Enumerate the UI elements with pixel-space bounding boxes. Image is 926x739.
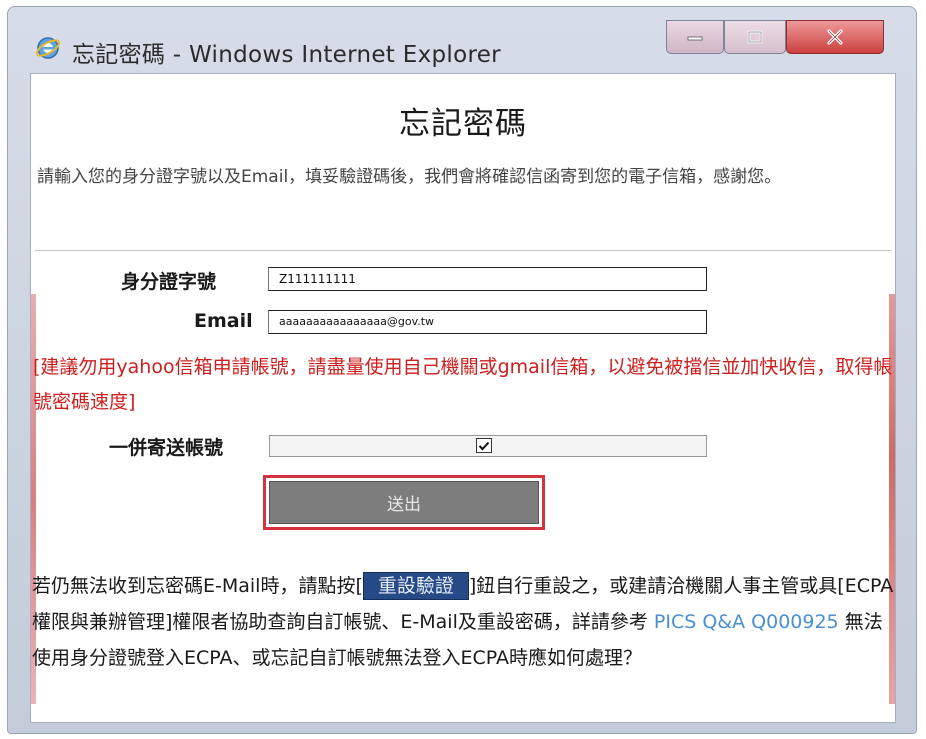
title-bar[interactable]: 忘記密碼 - Windows Internet Explorer — [8, 7, 916, 73]
submit-button-label: 送出 — [269, 481, 539, 524]
submit-button[interactable]: 送出 — [263, 475, 545, 530]
browser-window: 忘記密碼 - Windows Internet Explorer 忘記密碼 請輸… — [7, 6, 917, 734]
footer-text-part1: 若仍無法收到忘密碼E-Mail時，請點按[ — [32, 575, 363, 597]
maximize-button[interactable] — [724, 20, 786, 54]
window-title: 忘記密碼 - Windows Internet Explorer — [72, 42, 501, 68]
footer-help-text: 若仍無法收到忘密碼E-Mail時，請點按[重設驗證]鈕自行重設之，或建請洽機關人… — [32, 568, 894, 676]
send-account-label: 一併寄送帳號 — [109, 437, 224, 459]
divider — [35, 250, 891, 251]
internet-explorer-icon — [35, 37, 61, 59]
id-number-label: 身分證字號 — [121, 271, 217, 293]
email-warning-text: [建議勿用yahoo信箱申請帳號，請盡量使用自己機關或gmail信箱，以避免被擋… — [33, 356, 893, 413]
close-icon — [827, 29, 843, 45]
intro-text: 請輸入您的身分證字號以及Email，填妥驗證碼後，我們會將確認信函寄到您的電子信… — [37, 167, 782, 187]
maximize-icon — [747, 30, 763, 44]
send-account-field — [269, 435, 707, 457]
email-label: Email — [194, 310, 253, 332]
minimize-button[interactable] — [666, 20, 724, 54]
minimize-icon — [687, 36, 703, 41]
close-button[interactable] — [786, 20, 884, 54]
send-account-checkbox[interactable] — [476, 438, 492, 453]
email-input[interactable]: aaaaaaaaaaaaaaaa@gov.tw — [268, 310, 707, 334]
pics-qa-link[interactable]: PICS Q&A Q000925 — [654, 611, 839, 633]
reset-verification-button[interactable]: 重設驗證 — [362, 572, 469, 600]
check-icon — [478, 441, 490, 450]
page-title: 忘記密碼 — [399, 106, 527, 142]
page-content: 忘記密碼 請輸入您的身分證字號以及Email，填妥驗證碼後，我們會將確認信函寄到… — [30, 73, 896, 723]
id-number-input[interactable]: Z111111111 — [268, 267, 707, 291]
